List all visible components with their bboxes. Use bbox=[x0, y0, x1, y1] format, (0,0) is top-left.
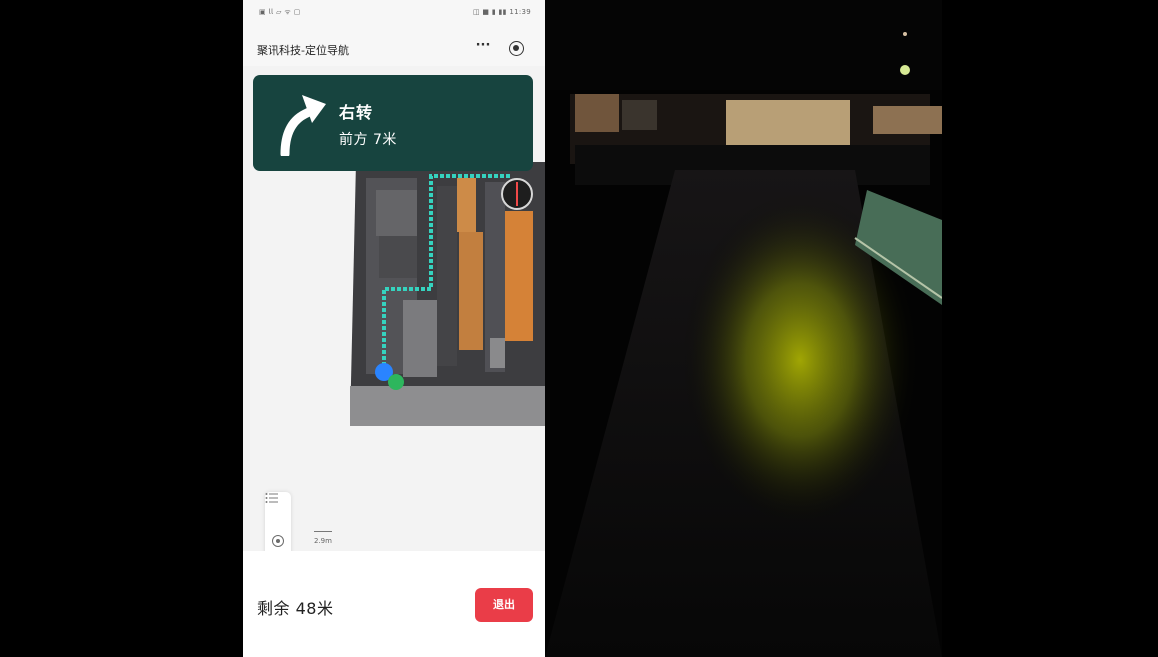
target-icon[interactable] bbox=[509, 41, 524, 56]
scale-line bbox=[314, 531, 332, 532]
camera-ceiling-light bbox=[900, 65, 910, 75]
bottom-bar: 剩余 48米 退出 bbox=[243, 551, 545, 657]
corridor-column bbox=[437, 186, 457, 366]
scale-text: 2.9m bbox=[314, 537, 332, 545]
camera-scene bbox=[545, 0, 942, 657]
camera-feed bbox=[545, 0, 942, 657]
locate-icon[interactable] bbox=[272, 535, 284, 547]
screen-frame: ▣ 𝗅𝗅 ▱ ᯤ ▢ ◫ ■ ▮ ▮▮ 11:39 聚讯科技-定位导航 ··· bbox=[0, 0, 1158, 657]
exit-button[interactable]: 退出 bbox=[475, 588, 533, 622]
title-bar: 聚讯科技-定位导航 ··· bbox=[243, 34, 545, 64]
camera-small-light bbox=[903, 32, 907, 36]
more-icon[interactable]: ··· bbox=[474, 39, 492, 57]
camera-display-dark bbox=[622, 100, 657, 130]
left-room-top bbox=[376, 190, 417, 236]
map-controls bbox=[265, 492, 291, 551]
scale-bar: 2.9m bbox=[314, 528, 338, 546]
orange-block-left bbox=[459, 232, 483, 350]
remaining-distance: 剩余 48米 bbox=[257, 599, 334, 618]
navigation-card: 右转 前方 7米 bbox=[253, 75, 533, 171]
building-lower-wall bbox=[350, 386, 545, 426]
camera-ceiling bbox=[545, 0, 942, 90]
camera-lit-display-left bbox=[575, 94, 619, 132]
camera-lit-display-right bbox=[873, 106, 942, 134]
left-room-mid bbox=[379, 236, 417, 278]
camera-lit-display-center bbox=[726, 100, 850, 145]
app-title: 聚讯科技-定位导航 bbox=[257, 44, 349, 57]
center-room bbox=[403, 300, 437, 377]
list-icon[interactable] bbox=[265, 492, 279, 504]
status-bar-right: ◫ ■ ▮ ▮▮ 11:39 bbox=[472, 8, 531, 16]
small-gray-block bbox=[490, 338, 505, 368]
turn-distance: 前方 7米 bbox=[339, 132, 397, 148]
start-marker bbox=[388, 374, 404, 390]
phone-app: ▣ 𝗅𝗅 ▱ ᯤ ▢ ◫ ■ ▮ ▮▮ 11:39 聚讯科技-定位导航 ··· bbox=[243, 0, 545, 657]
status-bar-left: ▣ 𝗅𝗅 ▱ ᯤ ▢ bbox=[259, 8, 301, 16]
orange-block-right bbox=[505, 211, 533, 341]
turn-instruction: 右转 bbox=[339, 103, 374, 122]
orange-block-top bbox=[457, 178, 476, 232]
status-bar: ▣ 𝗅𝗅 ▱ ᯤ ▢ ◫ ■ ▮ ▮▮ 11:39 bbox=[243, 0, 545, 26]
right-turn-icon bbox=[280, 95, 326, 156]
